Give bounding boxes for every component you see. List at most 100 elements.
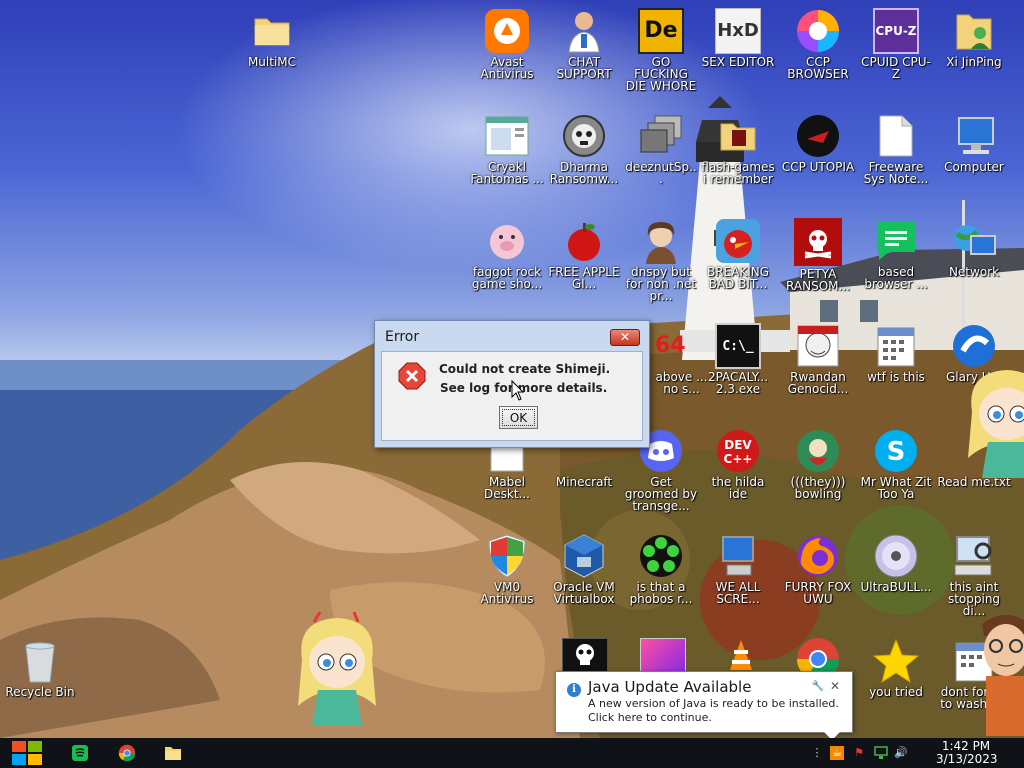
icon-label: is that a phobos r...	[629, 580, 693, 606]
shimeji-character-right[interactable]	[958, 362, 1024, 480]
meme-face-icon	[795, 323, 841, 369]
desktop-icon-ccp-browser[interactable]: CCP BROWSER	[780, 2, 856, 102]
taskbar-chrome[interactable]	[115, 741, 139, 765]
taskbar-clock[interactable]: 1:42 PM 3/13/2023	[936, 740, 998, 766]
desktop-icon-sex-editor[interactable]: HxD SEX EDITOR	[700, 2, 776, 102]
support-agent-icon	[561, 8, 607, 54]
taskbar: ⋮ ☕ ⚑ 🔊 1:42 PM 3/13/2023	[0, 738, 1024, 768]
flag-icon[interactable]: ⚑	[852, 746, 866, 760]
notification-link[interactable]: Click here to continue.	[588, 711, 712, 724]
desktop-icon-petya[interactable]: PETYA RANSOM...	[780, 212, 856, 312]
icon-label: dnspy but for non .net pr...	[625, 265, 697, 303]
desktop-icon-dnspy[interactable]: dnspy but for non .net pr...	[623, 212, 699, 312]
skull-red-icon	[794, 218, 842, 266]
de-logo-icon: De	[638, 8, 684, 54]
overflow-menu-icon[interactable]: ⋮	[810, 746, 824, 760]
folder-icon	[249, 8, 295, 54]
icon-label: Freeware Sys Note...	[863, 160, 929, 186]
desktop-icon-faggot-rock[interactable]: faggot rock game sho...	[469, 212, 545, 312]
start-button[interactable]	[10, 738, 44, 768]
desktop-icon-de[interactable]: De GO FUCKING DIE WHORE	[623, 2, 699, 102]
desktop-icon-hilda-ide[interactable]: DEV C++ the hilda ide	[700, 422, 776, 522]
desktop-icon-multimc[interactable]: MultiMC	[234, 2, 310, 102]
desktop-icon-chat-support[interactable]: CHAT SUPPORT	[546, 2, 622, 102]
taskbar-spotify[interactable]	[68, 741, 92, 765]
java-update-notification[interactable]: i Java Update Available A new version of…	[555, 671, 853, 740]
pig-icon	[484, 218, 530, 264]
partial-icon-skull[interactable]	[562, 638, 608, 672]
desktop-icon-ultrabull[interactable]: UltraBULL...	[858, 527, 934, 627]
desktop-icon-we-all-scre[interactable]: WE ALL SCRE...	[700, 527, 776, 627]
desktop-icon-breaking-bad[interactable]: BREAKING BAD BIT...	[700, 212, 776, 312]
partial-icon-media[interactable]	[640, 638, 686, 672]
portrait-icon	[638, 218, 684, 264]
x64-icon: 64	[655, 333, 686, 358]
mouse-cursor-icon	[511, 379, 525, 402]
icon-label: flash-games i remember	[701, 160, 775, 186]
desktop-icon-network[interactable]: Network	[936, 212, 1012, 312]
desktop-icon-avast[interactable]: Avast Antivirus	[469, 2, 545, 102]
close-button[interactable]: ✕	[610, 329, 640, 346]
hxd-icon: HxD	[715, 8, 761, 54]
desktop-icon-dharma[interactable]: Dharma Ransomw...	[546, 107, 622, 207]
icon-label: you tried	[869, 685, 923, 699]
icon-label: FURRY FOX UWU	[784, 580, 852, 606]
desktop-icon-deeznut[interactable]: deeznutSp...	[623, 107, 699, 207]
icon-label: 2PACALY... 2.3.exe	[707, 370, 769, 396]
cpuz-icon: CPU-Z	[873, 8, 919, 54]
desktop-icon-cryakl[interactable]: Cryakl Fantomas ...	[469, 107, 545, 207]
desktop-icon-wtf-is-this[interactable]: wtf is this	[858, 317, 934, 417]
icon-label: CCP UTOPIA	[781, 160, 855, 174]
desktop-icon-cpuz[interactable]: CPU-Z CPUID CPU-Z	[858, 2, 934, 102]
desktop-icon-based-browser[interactable]: based browser ...	[858, 212, 934, 312]
desktop-icon-flash-games[interactable]: flash-games i remember	[700, 107, 776, 207]
ok-button[interactable]: OK	[499, 406, 538, 429]
icon-label: SEX EDITOR	[701, 55, 775, 69]
desktop-icon-you-tried[interactable]: you tried	[858, 632, 934, 732]
desktop-icon-bowling[interactable]: (((they))) bowling	[780, 422, 856, 522]
terminal-icon: C:\_	[715, 323, 761, 369]
icon-label: CCP BROWSER	[787, 55, 849, 81]
icon-label: CHAT SUPPORT	[556, 55, 612, 81]
desktop-icon-firefox[interactable]: FURRY FOX UWU	[780, 527, 856, 627]
pin-icon[interactable]: 🔧	[812, 681, 824, 692]
icon-label: based browser ...	[864, 265, 928, 291]
skull-icon	[576, 644, 594, 665]
icon-label: Mr What Zit Too Ya	[860, 475, 932, 501]
desktop-icon-free-apple[interactable]: FREE APPLE GI...	[546, 212, 622, 312]
star-butterfly-sprite-icon	[298, 611, 376, 726]
dialog-titlebar[interactable]: Error ✕	[375, 321, 649, 349]
icon-label: Network	[948, 265, 1000, 279]
desktop-icon-ccp-utopia[interactable]: CCP UTOPIA	[780, 107, 856, 207]
computer-icon	[715, 533, 761, 579]
dark-disc-icon	[795, 113, 841, 159]
partial-icon-vlc[interactable]	[726, 638, 756, 672]
cartoon-character-right	[976, 606, 1024, 736]
close-icon[interactable]: ✕	[830, 679, 840, 693]
desktop-icon-recycle-bin[interactable]: Recycle Bin	[2, 632, 78, 732]
desktop-icon-rwandan[interactable]: Rwandan Genocid...	[780, 317, 856, 417]
desktop-icon-freeware-sys-note[interactable]: Freeware Sys Note...	[858, 107, 934, 207]
desktop-icon-skype[interactable]: S Mr What Zit Too Ya	[858, 422, 934, 522]
taskbar-file-explorer[interactable]	[161, 741, 185, 765]
icon-label: Minecraft	[555, 475, 613, 489]
shimeji-character[interactable]	[288, 610, 386, 728]
firefox-icon	[795, 533, 841, 579]
volume-icon[interactable]: 🔊	[894, 746, 908, 760]
stack-windows-icon	[638, 113, 684, 159]
icon-label: FREE APPLE GI...	[548, 265, 620, 291]
folder-icon	[715, 113, 761, 159]
partial-icon-chrome[interactable]	[795, 636, 841, 672]
desktop-icon-virtualbox[interactable]: Oracle VM Virtualbox	[546, 527, 622, 627]
network-status-icon[interactable]	[874, 746, 888, 760]
desktop-icon-xi-jinping[interactable]: Xi JinPing	[936, 2, 1012, 102]
desktop-icon-computer[interactable]: Computer	[936, 107, 1012, 207]
icon-label: Get groomed by transge...	[624, 475, 698, 513]
desktop-icon-phobos[interactable]: is that a phobos r...	[623, 527, 699, 627]
icon-label: Oracle VM Virtualbox	[553, 580, 615, 606]
bowling-icon	[795, 428, 841, 474]
star-icon	[873, 638, 919, 684]
desktop-icon-2pacaly[interactable]: C:\_ 2PACALY... 2.3.exe	[700, 317, 776, 417]
desktop-icon-vm0[interactable]: VM0 Antivirus	[469, 527, 545, 627]
java-tray-icon[interactable]: ☕	[830, 746, 844, 760]
